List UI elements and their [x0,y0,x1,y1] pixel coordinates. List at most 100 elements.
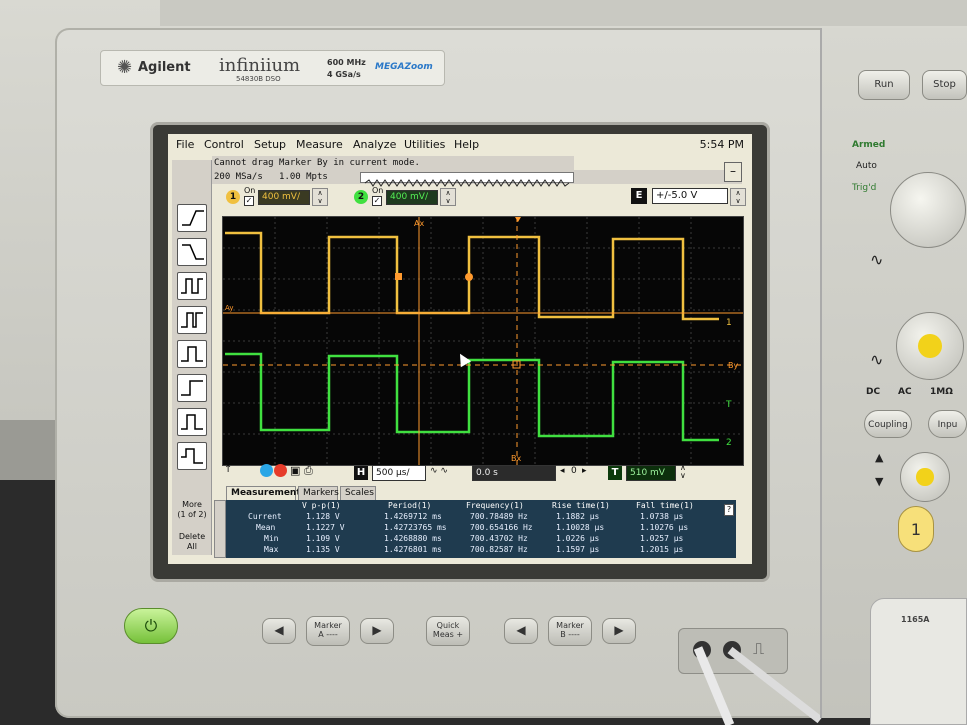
tab-scales[interactable]: Scales [340,486,376,500]
scope-screen: File Control Setup Measure Analyze Utili… [168,134,752,564]
run-button[interactable]: Run [858,70,910,100]
tab-measurements[interactable]: Measurements [226,486,306,500]
channel-2-checkbox[interactable]: ✓ [372,196,382,206]
marker-a-right-button[interactable]: ▶ [360,618,394,644]
scroll-up-icon[interactable]: ↑ [224,464,232,475]
runt-tool[interactable] [177,340,207,368]
measurements-help-button[interactable]: ? [724,504,734,516]
channel-2-trace [225,352,719,442]
graticule [223,217,743,465]
glitch-tool[interactable] [177,306,207,334]
ac-label: AC [898,387,912,397]
marker-b-right-button[interactable]: ▶ [602,618,636,644]
rising-edge-tool[interactable] [177,204,207,232]
falling-edge-tool[interactable] [177,238,207,266]
waveform-svg: Ax Bx Ay By 1 T 2 [223,217,743,465]
channel-2-badge[interactable]: 2 [354,190,368,204]
table-row: Max 1.135 V 1.4276801 ms 700.82587 Hz 1.… [264,545,684,554]
more-tools-button[interactable]: More (1 of 2) [175,500,209,520]
status-message: Cannot drag Marker By in current mode. [212,156,574,170]
agilent-logo-icon: ✺ [117,57,133,78]
marker-ay-label: Ay [225,304,233,312]
trigger-level-spinner[interactable]: ∧ ∨ [680,464,686,480]
timeout-tool[interactable] [177,374,207,402]
marker-b-button[interactable]: Marker B ---- [548,616,592,646]
clock: 5:54 PM [699,138,744,151]
channel-2-ground-label: 2 [726,438,732,448]
vertical-scale-knob[interactable] [896,312,964,380]
waveform-display[interactable]: Ax Bx Ay By 1 T 2 [222,216,744,466]
active-probe: 1165A [870,598,967,725]
horizontal-label: H [354,466,368,480]
channel-1-badge[interactable]: 1 [226,190,240,204]
timebase-spinner[interactable]: ∿ ∿ [430,466,448,476]
channel-2-scale-spinner[interactable]: ∧ ∨ [440,188,456,206]
trigger-level[interactable]: 510 mV [626,465,676,481]
marker-by-label: By [728,361,738,370]
delay-right-button[interactable]: ▸ [582,466,587,476]
vertical-offset-knob[interactable] [900,452,950,502]
probe-model-label: 1165A [901,615,930,624]
marker-b-point [465,273,473,281]
delete-all-button[interactable]: Delete All [175,532,209,552]
quick-meas-button[interactable]: Quick Meas + [426,616,470,646]
pattern-tool[interactable] [177,442,207,470]
marker-a-left-button[interactable]: ◀ [262,618,296,644]
channel-1-checkbox[interactable]: ✓ [244,196,254,206]
menu-bar: File Control Setup Measure Analyze Utili… [168,134,752,156]
trigger-toolbar: More (1 of 2) Delete All [172,160,212,555]
print-icon[interactable]: ⎙ [304,464,313,478]
trigger-level-knob[interactable] [890,172,966,248]
rising-edge-icon [182,210,204,226]
channel-1-button[interactable]: 1 [898,506,934,552]
channel-2-on-label: On [372,186,384,195]
brand-feature: MEGAZoom [375,62,433,72]
channel-2-scale[interactable]: 400 mV/ [386,190,438,205]
measurements-table: V p-p(1) Period(1) Frequency(1) Rise tim… [226,500,736,558]
menu-measure[interactable]: Measure [296,138,343,151]
color-grade-icon[interactable] [260,464,273,477]
timebase-scale[interactable]: 500 µs/ [372,465,426,481]
menu-setup[interactable]: Setup [254,138,286,151]
pulse-width-tool[interactable] [177,272,207,300]
transition-tool[interactable] [177,408,207,436]
delay-zero[interactable]: 0 [571,466,577,476]
channel-1-ground-label: 1 [726,318,732,328]
impedance-label: 1MΩ [930,387,953,397]
channel-controls: 1 On ✓ 400 mV/ ∧ ∨ 2 On ✓ 400 mV/ ∧ ∨ E +/… [222,186,747,214]
tab-markers[interactable]: Markers [298,486,339,500]
falling-edge-icon [182,244,204,260]
memory-depth: 1.00 Mpts [279,172,328,182]
menu-analyze[interactable]: Analyze [353,138,396,151]
power-button[interactable]: ⏻ [124,608,178,644]
menu-file[interactable]: File [176,138,194,151]
channel-1-scale[interactable]: 400 mV/ [258,190,310,205]
marker-a-button[interactable]: Marker A ---- [306,616,350,646]
table-row: Mean 1.1227 V 1.42723765 ms 700.654166 H… [256,523,689,532]
input-button[interactable]: Inpu [928,410,967,438]
stop-button[interactable]: Stop [922,70,967,100]
image-icon[interactable]: ▣ [290,464,300,477]
delay-left-button[interactable]: ◂ [560,466,565,476]
coupling-button[interactable]: Coupling [864,410,912,438]
table-row: Min 1.109 V 1.4268880 ms 700.43702 Hz 1.… [264,534,684,543]
measurements-scrollbar[interactable] [214,500,226,558]
offset-value[interactable]: +/-5.0 V [652,188,728,204]
offset-spinner[interactable]: ∧ ∨ [730,188,746,206]
dc-label: DC [866,387,881,397]
menu-help[interactable]: Help [454,138,479,151]
channel-1-scale-spinner[interactable]: ∧ ∨ [312,188,328,206]
horizontal-delay[interactable]: 0.0 s [472,465,556,481]
offset-arrows-icon: ▲ ▼ [875,451,884,488]
menu-utilities[interactable]: Utilities [404,138,445,151]
trigger-label: T [608,466,622,480]
trigger-position-marker [515,217,521,222]
trigd-indicator: Trig'd [852,183,877,193]
acquisition-overview[interactable] [360,172,574,187]
menu-control[interactable]: Control [204,138,244,151]
brand-plate: ✺ Agilent infiniium 54830B DSO 600 MHz 4… [100,50,445,86]
marker-ax-label: Ax [414,219,424,228]
record-icon[interactable] [274,464,287,477]
marker-b-left-button[interactable]: ◀ [504,618,538,644]
minimize-button[interactable]: – [724,162,742,182]
